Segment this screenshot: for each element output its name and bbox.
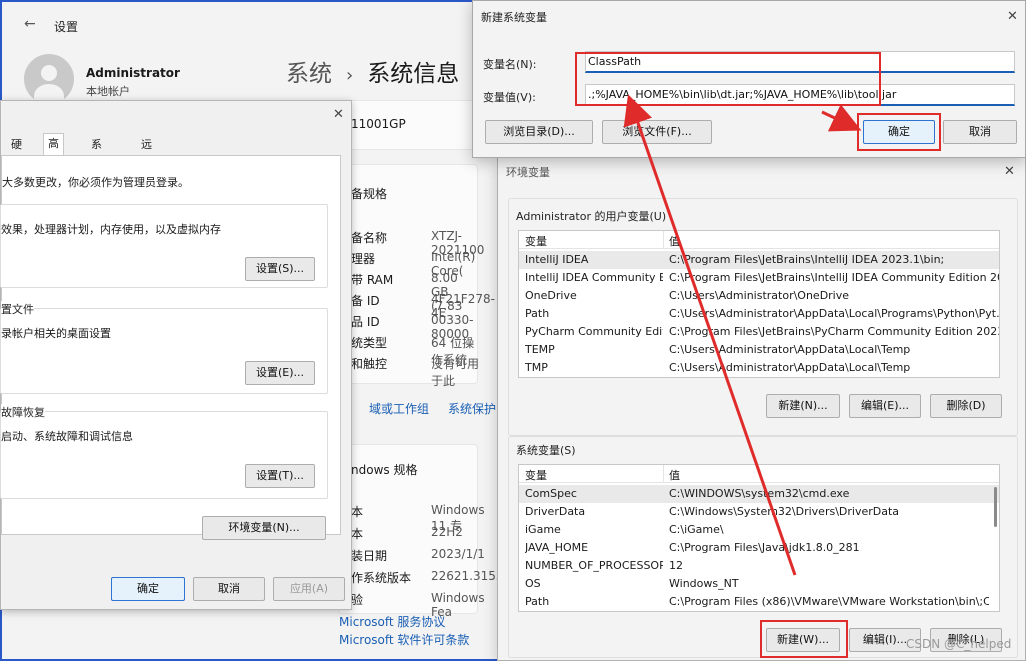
back-arrow-icon[interactable]: ← — [24, 16, 36, 32]
column-header-value[interactable]: 值 — [669, 467, 680, 483]
column-header-value[interactable]: 值 — [669, 233, 680, 249]
performance-group: 效果，处理器计划，内存使用，以及虚拟内存 设置(S)... — [0, 204, 328, 288]
link-ms-license-terms[interactable]: Microsoft 软件许可条款 — [339, 631, 469, 648]
close-icon[interactable]: ✕ — [333, 107, 344, 122]
startup-recovery-title: 故障恢复 — [1, 404, 45, 420]
user-profiles-title: 置文件 — [1, 301, 34, 317]
tab-hardware[interactable]: 硬件 — [7, 135, 26, 171]
tab-advanced[interactable]: 高级 — [43, 133, 64, 170]
table-row[interactable]: JAVA_HOME C:\Program Files\Java\jdk1.8.0_… — [519, 539, 999, 557]
table-row[interactable]: IntelliJ IDEA Community E... C:\Program F… — [519, 269, 999, 287]
startup-recovery-group: 故障恢复 启动、系统故障和调试信息 设置(T)... — [0, 404, 328, 499]
breadcrumb: 系统 › 系统信息 — [286, 54, 459, 88]
breadcrumb-separator-icon: › — [346, 65, 354, 86]
column-header-variable[interactable]: 变量 — [525, 233, 547, 249]
user-delete-button[interactable]: 删除(D) — [930, 394, 1002, 418]
environment-variables-dialog: 环境变量 ✕ Administrator 的用户变量(U) 变量 值 Intel… — [497, 157, 1026, 661]
spec-row: 作系统版本 22621.3155 — [351, 569, 504, 585]
highlight-box-fields — [575, 52, 881, 106]
table-row[interactable]: iGame C:\iGame\ — [519, 521, 999, 539]
device-spec-card: 备规格 备名称 XTZJ-2021100 理器 Intel(R) Core( 带 R… — [338, 164, 495, 388]
performance-text: 效果，处理器计划，内存使用，以及虚拟内存 — [1, 223, 221, 236]
windows-spec-heading: ndows 规格 — [351, 463, 418, 477]
spec-row: 带 RAM 8.00 GB (7.83 — [351, 271, 463, 313]
spec-row: 备名称 XTZJ-2021100 — [351, 229, 485, 257]
windows-spec-card: ndows 规格 本 Windows 11 专 本 22H2 装日期 2023/1/1… — [338, 444, 504, 619]
spec-row: 品 ID 00330-80000 — [351, 313, 474, 341]
breadcrumb-parent[interactable]: 系统 — [286, 61, 332, 87]
browse-file-button[interactable]: 浏览文件(F)... — [602, 120, 712, 144]
browse-directory-button[interactable]: 浏览目录(D)... — [485, 120, 593, 144]
user-name: Administrator — [86, 66, 180, 80]
device-name-fragment: 11001GP — [351, 117, 406, 131]
table-row[interactable]: DriverData C:\Windows\System32\Drivers\Dr… — [519, 503, 999, 521]
link-system-protection[interactable]: 系统保护 — [448, 400, 496, 417]
highlight-box-ok-button — [857, 113, 941, 151]
user-variables-label: Administrator 的用户变量(U) — [516, 210, 667, 223]
page-title: 系统信息 — [367, 61, 460, 87]
ok-button[interactable]: 确定 — [111, 577, 185, 601]
env-dialog-title: 环境变量 — [506, 166, 550, 179]
link-domain-workgroup[interactable]: 域或工作组 — [369, 400, 429, 417]
spec-row: 本 Windows 11 专 — [351, 503, 485, 533]
startup-recovery-settings-button[interactable]: 设置(T)... — [245, 464, 315, 488]
highlight-box-new-button — [760, 620, 848, 658]
windows-spec-list: 本 Windows 11 专 本 22H2 装日期 2023/1/1 作系统版本 226… — [351, 503, 504, 619]
user-new-button[interactable]: 新建(N)... — [766, 394, 840, 418]
list-header: 变量 值 — [519, 231, 999, 249]
table-row[interactable]: PyCharm Community Editi...C:\Program Fil… — [519, 323, 999, 341]
spec-row: 统类型 64 位操作系统 — [351, 336, 475, 367]
table-row[interactable]: TEMP C:\Users\Administrator\AppData\Local… — [519, 341, 999, 359]
admin-note: 大多数更改，你必须作为管理员登录。 — [2, 176, 189, 189]
avatar — [24, 54, 74, 104]
new-system-variable-dialog: 新建系统变量 ✕ 变量名(N): ClassPath 变量值(V): .;%JA… — [472, 0, 1026, 158]
new-variable-dialog-title: 新建系统变量 — [481, 11, 547, 24]
system-properties-dialog: ✕ 硬件 高级 系统保护 远程 大多数更改，你必须作为管理员登录。 效果，处理器… — [0, 100, 352, 610]
cancel-button[interactable]: 取消 — [193, 577, 265, 601]
tab-system-protection[interactable]: 系统保护 — [87, 135, 106, 211]
device-name-card: 11001GP — [338, 100, 478, 150]
system-variables-list[interactable]: 变量 值 ComSpec C:\WINDOWS\system32\cmd.exe … — [518, 464, 1000, 612]
spec-row: 和触控 没有可用于此 — [351, 357, 480, 388]
link-ms-service-agreement[interactable]: Microsoft 服务协议 — [339, 613, 445, 630]
spec-row: 本 22H2 — [351, 525, 463, 541]
user-profiles-text: 录帐户相关的桌面设置 — [1, 327, 111, 340]
user-variables-list[interactable]: 变量 值 IntelliJ IDEA C:\Program Files\JetBr… — [518, 230, 1000, 378]
environment-variables-button[interactable]: 环境变量(N)... — [202, 516, 326, 540]
spec-row: 装日期 2023/1/1 — [351, 547, 485, 563]
close-icon[interactable]: ✕ — [1007, 9, 1018, 24]
table-row[interactable]: OS Windows_NT — [519, 575, 999, 593]
apply-button[interactable]: 应用(A) — [273, 577, 345, 601]
close-icon[interactable]: ✕ — [1004, 164, 1015, 179]
table-row[interactable]: OneDrive C:\Users\Administrator\OneDrive — [519, 287, 999, 305]
user-profiles-group: 置文件 录帐户相关的桌面设置 设置(E)... — [0, 301, 328, 394]
device-spec-heading: 备规格 — [351, 187, 388, 201]
table-row[interactable]: Path C:\Users\Administrator\AppData\Local… — [519, 305, 999, 323]
spec-row: 验 Windows Fea — [351, 591, 485, 619]
user-type: 本地帐户 — [86, 85, 130, 98]
table-row[interactable]: IntelliJ IDEA C:\Program Files\JetBrains\… — [519, 251, 999, 269]
performance-settings-button[interactable]: 设置(S)... — [245, 257, 315, 281]
table-row[interactable]: Path C:\Program Files (x86)\VMware\VMware… — [519, 593, 999, 611]
table-row[interactable]: TMP C:\Users\Administrator\AppData\Local\… — [519, 359, 999, 377]
tab-remote[interactable]: 远程 — [137, 135, 156, 171]
list-scrollbar[interactable] — [994, 487, 997, 527]
startup-recovery-text: 启动、系统故障和调试信息 — [1, 430, 133, 443]
advanced-tab-panel: 大多数更改，你必须作为管理员登录。 效果，处理器计划，内存使用，以及虚拟内存 设… — [0, 155, 341, 540]
variable-name-label: 变量名(N): — [483, 58, 537, 71]
list-header: 变量 值 — [519, 465, 999, 483]
cancel-button[interactable]: 取消 — [943, 120, 1017, 144]
user-edit-button[interactable]: 编辑(E)... — [849, 394, 921, 418]
spec-row: 备 ID 4F21F278-4E — [351, 292, 495, 320]
table-row[interactable]: NUMBER_OF_PROCESSORS 12 — [519, 557, 999, 575]
spec-row: 理器 Intel(R) Core( — [351, 250, 476, 278]
user-profiles-settings-button[interactable]: 设置(E)... — [245, 361, 315, 385]
column-header-variable[interactable]: 变量 — [525, 467, 547, 483]
device-spec-list: 备名称 XTZJ-2021100 理器 Intel(R) Core( 带 RAM 8.… — [351, 229, 495, 388]
settings-title: 设置 — [54, 20, 79, 34]
variable-value-label: 变量值(V): — [483, 91, 536, 104]
table-row[interactable]: ComSpec C:\WINDOWS\system32\cmd.exe — [519, 485, 999, 503]
watermark: CSDN @C_helped — [906, 637, 1012, 651]
